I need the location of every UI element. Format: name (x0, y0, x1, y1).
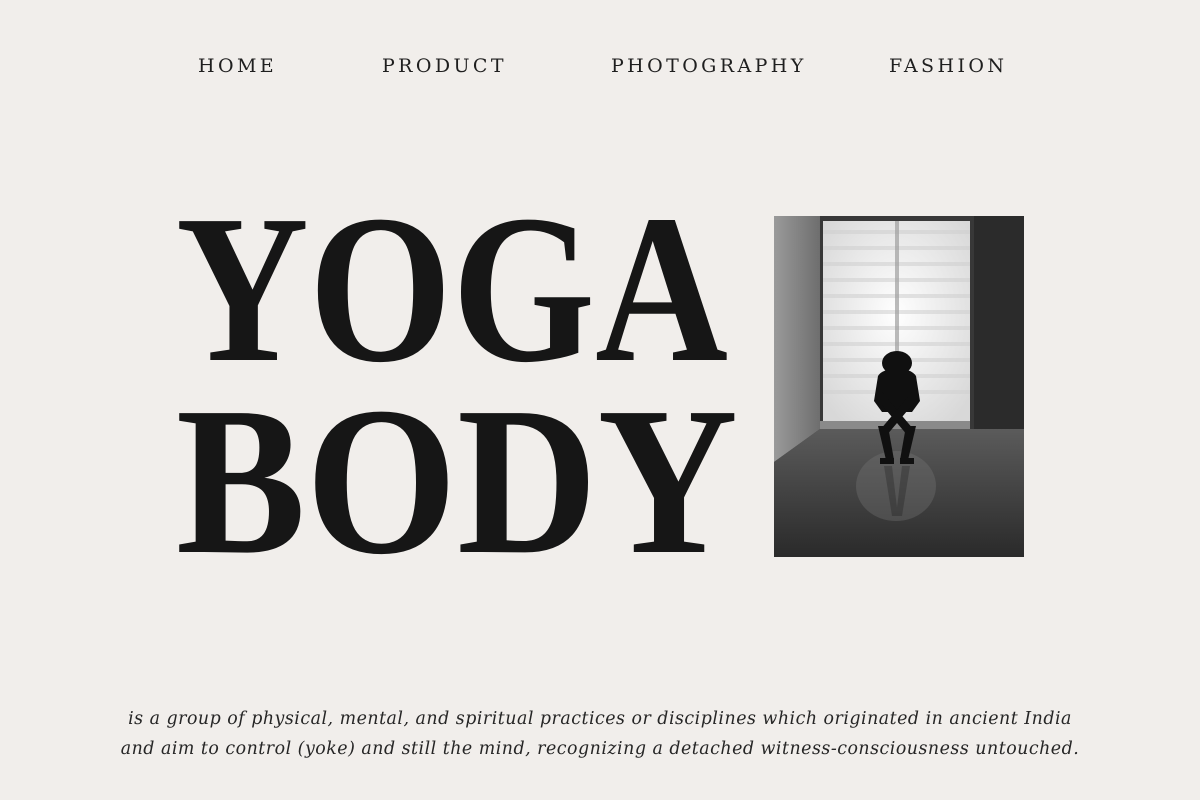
svg-text:BODY: BODY (176, 363, 738, 598)
nav-fashion-link[interactable]: FASHION (889, 54, 1007, 78)
main-nav: HOME PRODUCT PHOTOGRAPHY FASHION (0, 54, 1200, 84)
hero-title: YOGA BODY (176, 171, 756, 598)
hero-title-line-1: YOGA (176, 171, 728, 406)
description-text: is a group of physical, mental, and spir… (0, 704, 1200, 764)
nav-product-link[interactable]: PRODUCT (382, 54, 507, 78)
hero-title-line-2: BODY (176, 363, 738, 598)
nav-home-link[interactable]: HOME (198, 54, 277, 78)
nav-photography-link[interactable]: PHOTOGRAPHY (611, 54, 807, 78)
yoga-pose-photo (774, 216, 1024, 557)
description-line-2: and aim to control (yoke) and still the … (120, 739, 1080, 760)
description-line-1: is a group of physical, mental, and spir… (128, 709, 1072, 730)
yoga-pose-photo-image (774, 216, 1024, 557)
